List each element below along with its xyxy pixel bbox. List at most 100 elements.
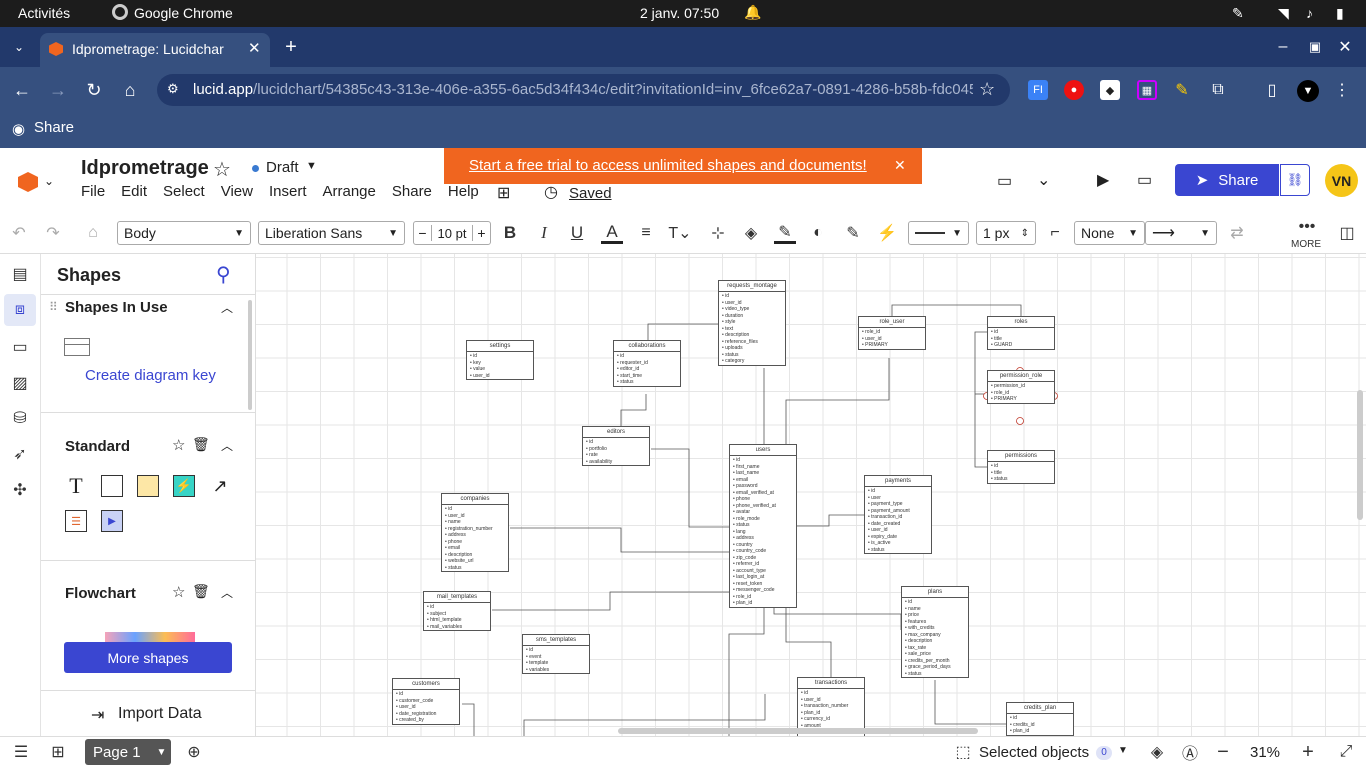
entity-permission-role[interactable]: permission_role • permission_id • role_id •… [987, 370, 1055, 404]
fill-color-icon[interactable]: ◈ [740, 222, 762, 244]
back-icon[interactable]: ← [10, 79, 34, 101]
diagram-key-shape[interactable] [64, 338, 90, 356]
shapes-in-use-heading[interactable]: Shapes In Use [65, 299, 168, 316]
collapse-in-use-icon[interactable]: ︿ [221, 299, 233, 316]
browser-tab[interactable]: Idprometrage: Lucidchar ✕ [40, 33, 270, 67]
present-icon[interactable]: ▶ [1097, 170, 1109, 190]
text-shape-icon[interactable]: T [65, 473, 87, 498]
connector[interactable] [785, 608, 832, 678]
shape-options-icon[interactable]: ✎ [842, 222, 864, 244]
fullscreen-icon[interactable]: ⤢ [1335, 741, 1357, 763]
standard-delete-icon[interactable]: 🗑 [192, 436, 210, 453]
rectangle-shape-icon[interactable] [101, 475, 123, 497]
zoom-in-icon[interactable]: + [1297, 741, 1319, 763]
document-title[interactable]: Idprometrage [81, 157, 209, 180]
import-data-button[interactable]: Import Data [118, 705, 202, 723]
pages-icon[interactable]: ▤ [9, 263, 31, 285]
integrations-puzzle-icon[interactable]: ✣ [9, 479, 31, 501]
extension-grid-icon[interactable]: ▦ [1137, 80, 1157, 100]
list-view-icon[interactable]: ☰ [10, 741, 32, 763]
menu-file[interactable]: File [81, 183, 105, 200]
copy-link-icon[interactable]: ⛓ [1280, 164, 1310, 196]
chrome-menu-icon[interactable]: ⋮ [1332, 80, 1352, 100]
profile-icon[interactable]: ▼ [1297, 80, 1319, 102]
font-size-value[interactable]: 10 pt [432, 226, 472, 241]
flowchart-heading[interactable]: Flowchart [65, 585, 136, 602]
entity-collaborations[interactable]: collaborations • id • requester_id • editor… [613, 340, 681, 387]
connector[interactable] [934, 680, 1006, 725]
clock[interactable]: 2 janv. 07:50 [640, 5, 719, 21]
selected-objects-label[interactable]: Selected objects [979, 744, 1089, 761]
templates-icon[interactable]: ▭ [9, 336, 31, 358]
menu-arrange[interactable]: Arrange [323, 183, 376, 200]
extension-bolt-icon[interactable]: ✎ [1172, 80, 1192, 100]
flowchart-delete-icon[interactable]: 🗑 [192, 583, 210, 600]
header-chevron-down-icon[interactable]: ⌄ [1037, 170, 1050, 190]
menu-help[interactable]: Help [448, 183, 479, 200]
drag-handle-icon[interactable]: ⠿ [49, 300, 58, 314]
connector[interactable] [510, 527, 729, 553]
panel-toggle-icon[interactable]: ◫ [1336, 222, 1358, 244]
canvas-vertical-scrollbar[interactable] [1357, 390, 1363, 520]
connector[interactable] [974, 331, 987, 468]
menu-insert[interactable]: Insert [269, 183, 307, 200]
menu-edit[interactable]: Edit [121, 183, 147, 200]
extension-red-icon[interactable]: ● [1064, 80, 1084, 100]
collapse-flowchart-icon[interactable]: ︿ [221, 584, 233, 601]
entity-mail-templates[interactable]: mail_templates • id • subject • html_templa… [423, 591, 491, 631]
banner-close-icon[interactable]: ✕ [894, 157, 906, 174]
diagram-canvas[interactable]: requests_montage • id • user_id • video_typ… [256, 254, 1366, 736]
video-shape-icon[interactable]: ▶ [101, 510, 123, 532]
share-link[interactable]: Share [34, 119, 74, 136]
font-size-stepper[interactable]: − 10 pt + [413, 221, 491, 245]
home-icon[interactable]: ⌂ [118, 79, 142, 101]
maximize-icon[interactable]: ▣ [1304, 37, 1326, 57]
video-icon[interactable]: ▭ [1137, 170, 1152, 190]
draft-caret-icon[interactable]: ▼ [306, 160, 317, 172]
omnibox[interactable]: ⚙ lucid.app/lucidchart/54385c43-313e-406… [157, 74, 1010, 106]
selection-handle[interactable] [1016, 417, 1024, 425]
menu-view[interactable]: View [221, 183, 253, 200]
create-diagram-key-link[interactable]: Create diagram key [85, 367, 216, 384]
database-icon[interactable]: ⛁ [9, 407, 31, 429]
layers-icon[interactable]: ◈ [1146, 741, 1168, 763]
saved-status[interactable]: Saved [569, 185, 612, 202]
align-icon[interactable]: ≡ [635, 222, 657, 244]
style-select[interactable]: Body ▼ [117, 221, 251, 245]
favorite-star-icon[interactable]: ☆ [213, 157, 231, 182]
entity-sms-templates[interactable]: sms_templates • id • event • template • vari… [522, 634, 590, 674]
line-end-select[interactable]: ⟶ ▼ [1145, 221, 1217, 245]
logo-chevron-down-icon[interactable]: ⌄ [44, 174, 54, 188]
line-shape-icon[interactable]: ⌐ [1044, 222, 1066, 244]
panel-scrollbar[interactable] [248, 300, 252, 410]
data-grid-icon[interactable]: ⊞ [497, 183, 510, 203]
zoom-out-icon[interactable]: − [1212, 741, 1234, 763]
page-caret-icon[interactable]: ▼ [157, 747, 167, 758]
side-panel-icon[interactable]: ▯ [1262, 80, 1282, 100]
connector[interactable] [797, 514, 864, 527]
opacity-icon[interactable]: ◐ [807, 222, 829, 244]
connector[interactable] [492, 591, 729, 611]
share-button[interactable]: ➤ Share [1175, 164, 1279, 196]
increase-size-icon[interactable]: + [472, 225, 490, 241]
more-dots-icon[interactable]: ••• [1292, 216, 1322, 238]
extensions-puzzle-icon[interactable]: ⧉ [1208, 80, 1228, 100]
menu-select[interactable]: Select [163, 183, 205, 200]
text-options-icon[interactable]: T⌄ [668, 222, 691, 244]
page-tab[interactable]: Page 1 ▼ [85, 739, 171, 765]
collapse-standard-icon[interactable]: ︿ [221, 437, 233, 454]
entity-users[interactable]: users • id • first_name • last_name • email •… [729, 444, 797, 608]
avatar[interactable]: VN [1325, 164, 1358, 197]
entity-credits-plan[interactable]: credits_plan • id • credits_id • plan_id [1006, 702, 1074, 736]
grid-view-icon[interactable]: ⊞ [47, 741, 69, 763]
extension-cube-icon[interactable]: ◆ [1100, 80, 1120, 100]
bold-icon[interactable]: B [499, 222, 521, 244]
tab-search-icon[interactable]: ⌄ [8, 37, 30, 57]
close-window-icon[interactable]: ✕ [1334, 37, 1356, 57]
minimize-icon[interactable]: – [1272, 37, 1294, 57]
image-icon[interactable]: ▨ [9, 372, 31, 394]
font-select[interactable]: Liberation Sans ▼ [258, 221, 405, 245]
close-tab-icon[interactable]: ✕ [248, 39, 261, 57]
undo-icon[interactable]: ↶ [8, 222, 30, 244]
list-shape-icon[interactable]: ☰ [65, 510, 87, 532]
